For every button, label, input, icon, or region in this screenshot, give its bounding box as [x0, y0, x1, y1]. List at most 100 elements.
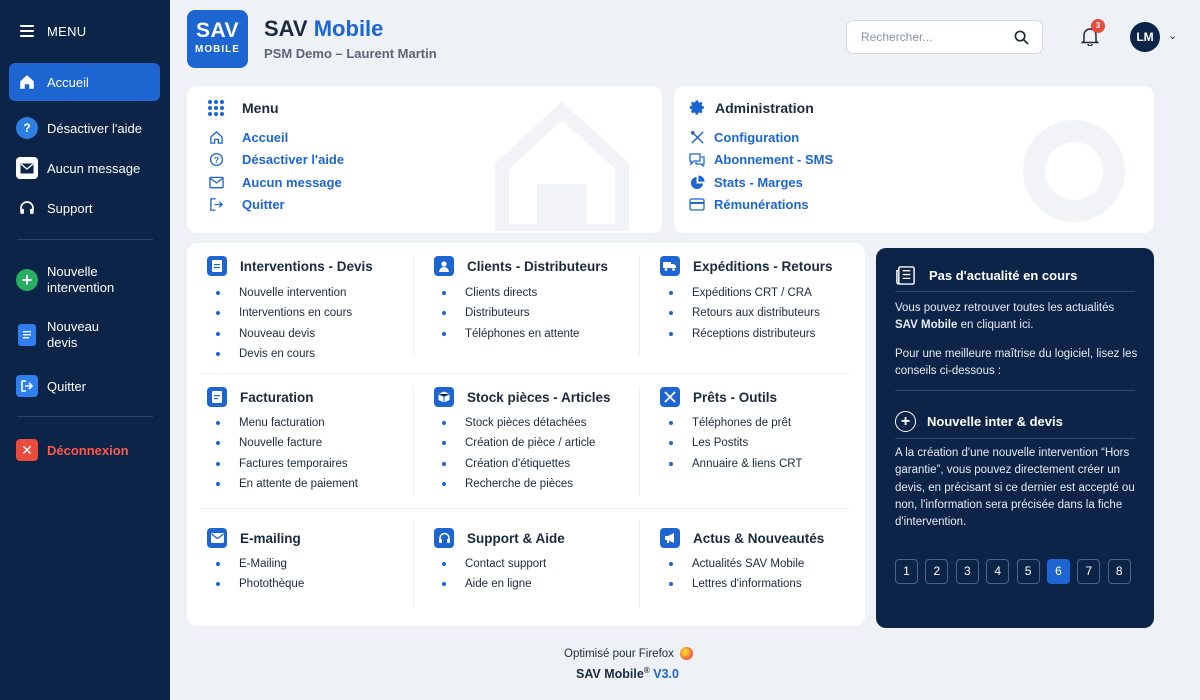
- list-item[interactable]: Clients directs: [442, 283, 579, 303]
- notification-badge: 3: [1091, 19, 1105, 33]
- list-item[interactable]: Menu facturation: [216, 413, 358, 433]
- help-icon: ?: [208, 152, 224, 167]
- page-button[interactable]: 5: [1016, 559, 1040, 584]
- footer-version-number: V3.0: [653, 667, 679, 682]
- menu-link-messages[interactable]: Aucun message: [208, 175, 342, 190]
- list-item[interactable]: Création d'étiquettes: [442, 454, 595, 474]
- row-divider: [200, 508, 850, 509]
- logout-icon: [16, 375, 38, 397]
- search-box: [846, 20, 1043, 54]
- list-item[interactable]: Contact support: [442, 554, 546, 574]
- admin-link-remunerations[interactable]: Rémunérations: [689, 197, 809, 212]
- home-watermark-icon: [495, 101, 629, 231]
- list-item[interactable]: Devis en cours: [216, 344, 352, 364]
- menu-link-quitter[interactable]: Quitter: [208, 197, 285, 212]
- gear-icon: [689, 100, 704, 115]
- module-title-interventions[interactable]: Interventions - Devis: [207, 256, 373, 276]
- app-title: SAV Mobile: [264, 16, 383, 42]
- sidebar-item-label: Quitter: [47, 378, 87, 394]
- list-item[interactable]: En attente de paiement: [216, 474, 358, 494]
- search-input[interactable]: [861, 21, 1011, 53]
- sidebar-item-desactiver-aide[interactable]: ? Désactiver l'aide: [9, 115, 160, 141]
- page-button[interactable]: 3: [955, 559, 979, 584]
- page-button[interactable]: 2: [925, 559, 949, 584]
- tools-icon: [689, 130, 705, 145]
- list-item[interactable]: Nouveau devis: [216, 324, 352, 344]
- sidebar-item-nouveau-devis[interactable]: Nouveau devis: [9, 318, 160, 352]
- news-intro[interactable]: Vous pouvez retrouver toutes les actuali…: [895, 300, 1140, 335]
- app-title-part2: Mobile: [313, 16, 384, 41]
- home-icon: [208, 130, 224, 145]
- admin-link-configuration[interactable]: Configuration: [689, 130, 799, 145]
- list-item[interactable]: Nouvelle facture: [216, 433, 358, 453]
- sidebar-item-messages[interactable]: Aucun message: [9, 155, 160, 181]
- page-button[interactable]: 4: [986, 559, 1010, 584]
- page-button[interactable]: 8: [1107, 559, 1131, 584]
- app-logo[interactable]: SAV MOBILE: [187, 10, 248, 68]
- page-button[interactable]: 7: [1077, 559, 1101, 584]
- module-title-actus[interactable]: Actus & Nouveautés: [660, 528, 824, 548]
- admin-link-abonnement-sms[interactable]: Abonnement - SMS: [689, 152, 833, 167]
- mail-icon: [208, 176, 224, 189]
- module-title-emailing[interactable]: E-mailing: [207, 528, 301, 548]
- sidebar-item-label: Déconnexion: [47, 442, 129, 458]
- menu-toggle[interactable]: MENU: [0, 0, 170, 62]
- list-item[interactable]: Téléphones en attente: [442, 324, 579, 344]
- list-item[interactable]: Annuaire & liens CRT: [669, 454, 802, 474]
- list-item[interactable]: Création de pièce / article: [442, 433, 595, 453]
- news-advice: Pour une meilleure maîtrise du logiciel,…: [895, 348, 1138, 378]
- list-item[interactable]: E-Mailing: [216, 554, 304, 574]
- sidebar-item-deconnexion[interactable]: ✕ Déconnexion: [9, 437, 160, 463]
- footer-version: SAV Mobile® V3.0: [576, 666, 679, 681]
- footer-optimized: Optimisé pour Firefox: [564, 647, 693, 660]
- avatar[interactable]: LM: [1130, 22, 1160, 52]
- module-title-text: Actus & Nouveautés: [693, 530, 825, 546]
- list-item[interactable]: Factures temporaires: [216, 454, 358, 474]
- close-icon: ✕: [16, 439, 38, 461]
- menu-link-aide[interactable]: ? Désactiver l'aide: [208, 152, 344, 167]
- module-title-facturation[interactable]: Facturation: [207, 387, 314, 407]
- list-item[interactable]: Retours aux distributeurs: [669, 303, 820, 323]
- module-title-support[interactable]: Support & Aide: [434, 528, 565, 548]
- search-icon[interactable]: [1014, 30, 1029, 50]
- module-title-expeditions[interactable]: Expéditions - Retours: [660, 256, 833, 276]
- sidebar-item-support[interactable]: Support: [9, 195, 160, 221]
- sidebar-item-nouvelle-intervention[interactable]: + Nouvelle intervention: [9, 263, 160, 297]
- logout-icon: [208, 197, 224, 212]
- list-item[interactable]: Interventions en cours: [216, 303, 352, 323]
- sidebar: MENU Accueil ? Désactiver l'aide Aucun m…: [0, 0, 170, 700]
- list-item[interactable]: Stock pièces détachées: [442, 413, 595, 433]
- module-title-stock[interactable]: Stock pièces - Articles: [434, 387, 611, 407]
- sidebar-divider: [17, 239, 153, 240]
- app-title-part1: SAV: [264, 16, 308, 41]
- module-title-text: Prêts - Outils: [693, 389, 778, 405]
- list-item[interactable]: Expéditions CRT / CRA: [669, 283, 820, 303]
- menu-link-accueil[interactable]: Accueil: [208, 130, 288, 145]
- module-list-expeditions: Expéditions CRT / CRA Retours aux distri…: [669, 283, 820, 344]
- module-title-prets[interactable]: Prêts - Outils: [660, 387, 777, 407]
- list-item[interactable]: Aide en ligne: [442, 574, 546, 594]
- list-item[interactable]: Réceptions distributeurs: [669, 324, 820, 344]
- news-intro-app: SAV Mobile: [895, 319, 958, 332]
- menu-card-title: Menu: [207, 99, 279, 117]
- list-item[interactable]: Lettres d'informations: [669, 574, 804, 594]
- grid-icon: [208, 100, 224, 116]
- list-item[interactable]: Recherche de pièces: [442, 474, 595, 494]
- sidebar-item-accueil[interactable]: Accueil: [9, 63, 160, 101]
- page-button[interactable]: 1: [895, 559, 918, 584]
- news-intro-end: en cliquant ici.: [960, 319, 1034, 332]
- list-item[interactable]: Téléphones de prêt: [669, 413, 802, 433]
- page-button-current[interactable]: 6: [1046, 559, 1070, 584]
- list-item[interactable]: Nouvelle intervention: [216, 283, 352, 303]
- card-title-text: Menu: [242, 100, 279, 116]
- list-item[interactable]: Actualités SAV Mobile: [669, 554, 804, 574]
- list-item[interactable]: Distributeurs: [442, 303, 579, 323]
- column-divider: [639, 255, 640, 355]
- module-title-clients[interactable]: Clients - Distributeurs: [434, 256, 608, 276]
- sidebar-item-quitter[interactable]: Quitter: [9, 373, 160, 399]
- list-item[interactable]: Les Postits: [669, 433, 802, 453]
- module-title-text: Interventions - Devis: [240, 258, 373, 274]
- admin-link-stats-marges[interactable]: Stats - Marges: [689, 175, 803, 190]
- list-item[interactable]: Photothèque: [216, 574, 304, 594]
- chevron-down-icon[interactable]: ⌄: [1168, 29, 1177, 42]
